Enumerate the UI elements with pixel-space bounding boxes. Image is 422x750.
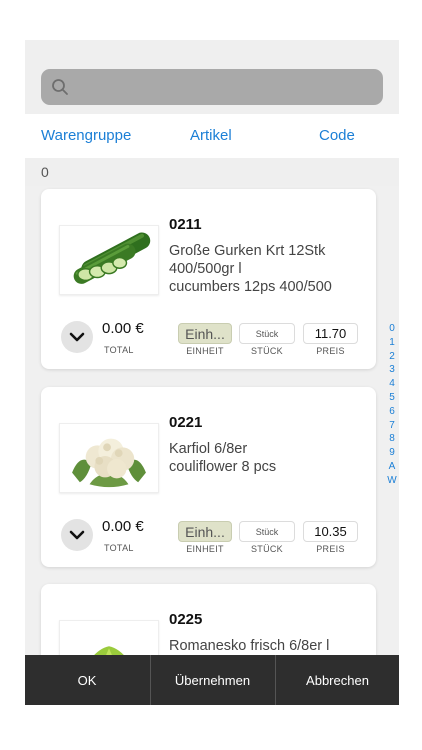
preis-label: PREIS: [316, 544, 345, 554]
index-item[interactable]: 6: [386, 405, 398, 419]
expand-button[interactable]: [61, 321, 93, 353]
product-code: 0211: [169, 216, 202, 233]
product-description: Romanesko frisch 6/8er l: [169, 637, 369, 655]
preis-field[interactable]: 10.35: [303, 521, 358, 542]
tab-code[interactable]: Code: [319, 127, 355, 144]
product-card[interactable]: 0211 Große Gurken Krt 12Stk 400/500gr l …: [41, 189, 376, 369]
tab-artikel[interactable]: Artikel: [190, 127, 232, 144]
index-item[interactable]: 8: [386, 432, 398, 446]
stueck-field[interactable]: Stück: [239, 521, 295, 542]
total-label: TOTAL: [104, 543, 134, 553]
search-bar[interactable]: [41, 69, 383, 105]
product-description: Große Gurken Krt 12Stk 400/500gr l cucum…: [169, 242, 369, 296]
product-list[interactable]: 0211 Große Gurken Krt 12Stk 400/500gr l …: [25, 186, 399, 705]
product-description: Karfiol 6/8er couliflower 8 pcs: [169, 440, 369, 476]
product-name: Große Gurken Krt 12Stk 400/500gr l: [169, 243, 326, 277]
search-icon: [52, 79, 68, 95]
preis-field[interactable]: 11.70: [303, 323, 358, 344]
section-header-label: 0: [41, 164, 49, 180]
ok-button[interactable]: OK: [25, 655, 149, 705]
einheit-label: EINHEIT: [186, 544, 224, 554]
stueck-label: STÜCK: [250, 346, 283, 356]
product-card[interactable]: 0221 Karfiol 6/8er couliflower 8 pcs 0.0…: [41, 387, 376, 567]
preis-label: PREIS: [316, 346, 345, 356]
index-item[interactable]: 9: [386, 446, 398, 460]
stueck-field[interactable]: Stück: [239, 323, 295, 344]
total-label: TOTAL: [104, 345, 134, 355]
product-name: Karfiol 6/8er: [169, 441, 248, 457]
expand-button[interactable]: [61, 519, 93, 551]
bottom-toolbar: OK Übernehmen Abbrechen: [25, 655, 399, 705]
section-index[interactable]: 0 1 2 3 4 5 6 7 8 9 A W: [386, 322, 398, 488]
stueck-label: STÜCK: [250, 544, 283, 554]
index-item[interactable]: 2: [386, 350, 398, 364]
section-header: 0: [25, 158, 399, 186]
total-value: 0.00 €: [102, 320, 144, 337]
product-name: Romanesko frisch 6/8er l: [169, 638, 330, 654]
app-screen: Warengruppe Artikel Code 0 0211 Große Gu…: [25, 40, 399, 705]
index-item[interactable]: 7: [386, 419, 398, 433]
index-item[interactable]: 1: [386, 336, 398, 350]
product-name-en: cucumbers 12ps 400/500: [169, 279, 332, 295]
product-name-en: couliflower 8 pcs: [169, 459, 277, 475]
einheit-label: EINHEIT: [186, 346, 224, 356]
index-item[interactable]: 0: [386, 322, 398, 336]
tab-bar: Warengruppe Artikel Code: [25, 114, 399, 158]
index-item[interactable]: A: [386, 460, 398, 474]
index-item[interactable]: 4: [386, 377, 398, 391]
tab-warengruppe[interactable]: Warengruppe: [41, 127, 131, 144]
einheit-field[interactable]: Einh...: [178, 521, 232, 542]
chevron-down-icon: [69, 530, 85, 540]
product-code: 0221: [169, 414, 203, 431]
total-value: 0.00 €: [102, 518, 144, 535]
index-item[interactable]: 3: [386, 363, 398, 377]
einheit-field[interactable]: Einh...: [178, 323, 232, 344]
index-item[interactable]: 5: [386, 391, 398, 405]
cancel-button[interactable]: Abbrechen: [275, 655, 399, 705]
cauliflower-image: [59, 423, 159, 493]
search-area: [25, 40, 399, 114]
search-input[interactable]: [75, 69, 375, 105]
product-code: 0225: [169, 611, 203, 628]
apply-button[interactable]: Übernehmen: [150, 655, 274, 705]
index-item[interactable]: W: [386, 474, 398, 488]
chevron-down-icon: [69, 332, 85, 342]
cucumber-image: [59, 225, 159, 295]
